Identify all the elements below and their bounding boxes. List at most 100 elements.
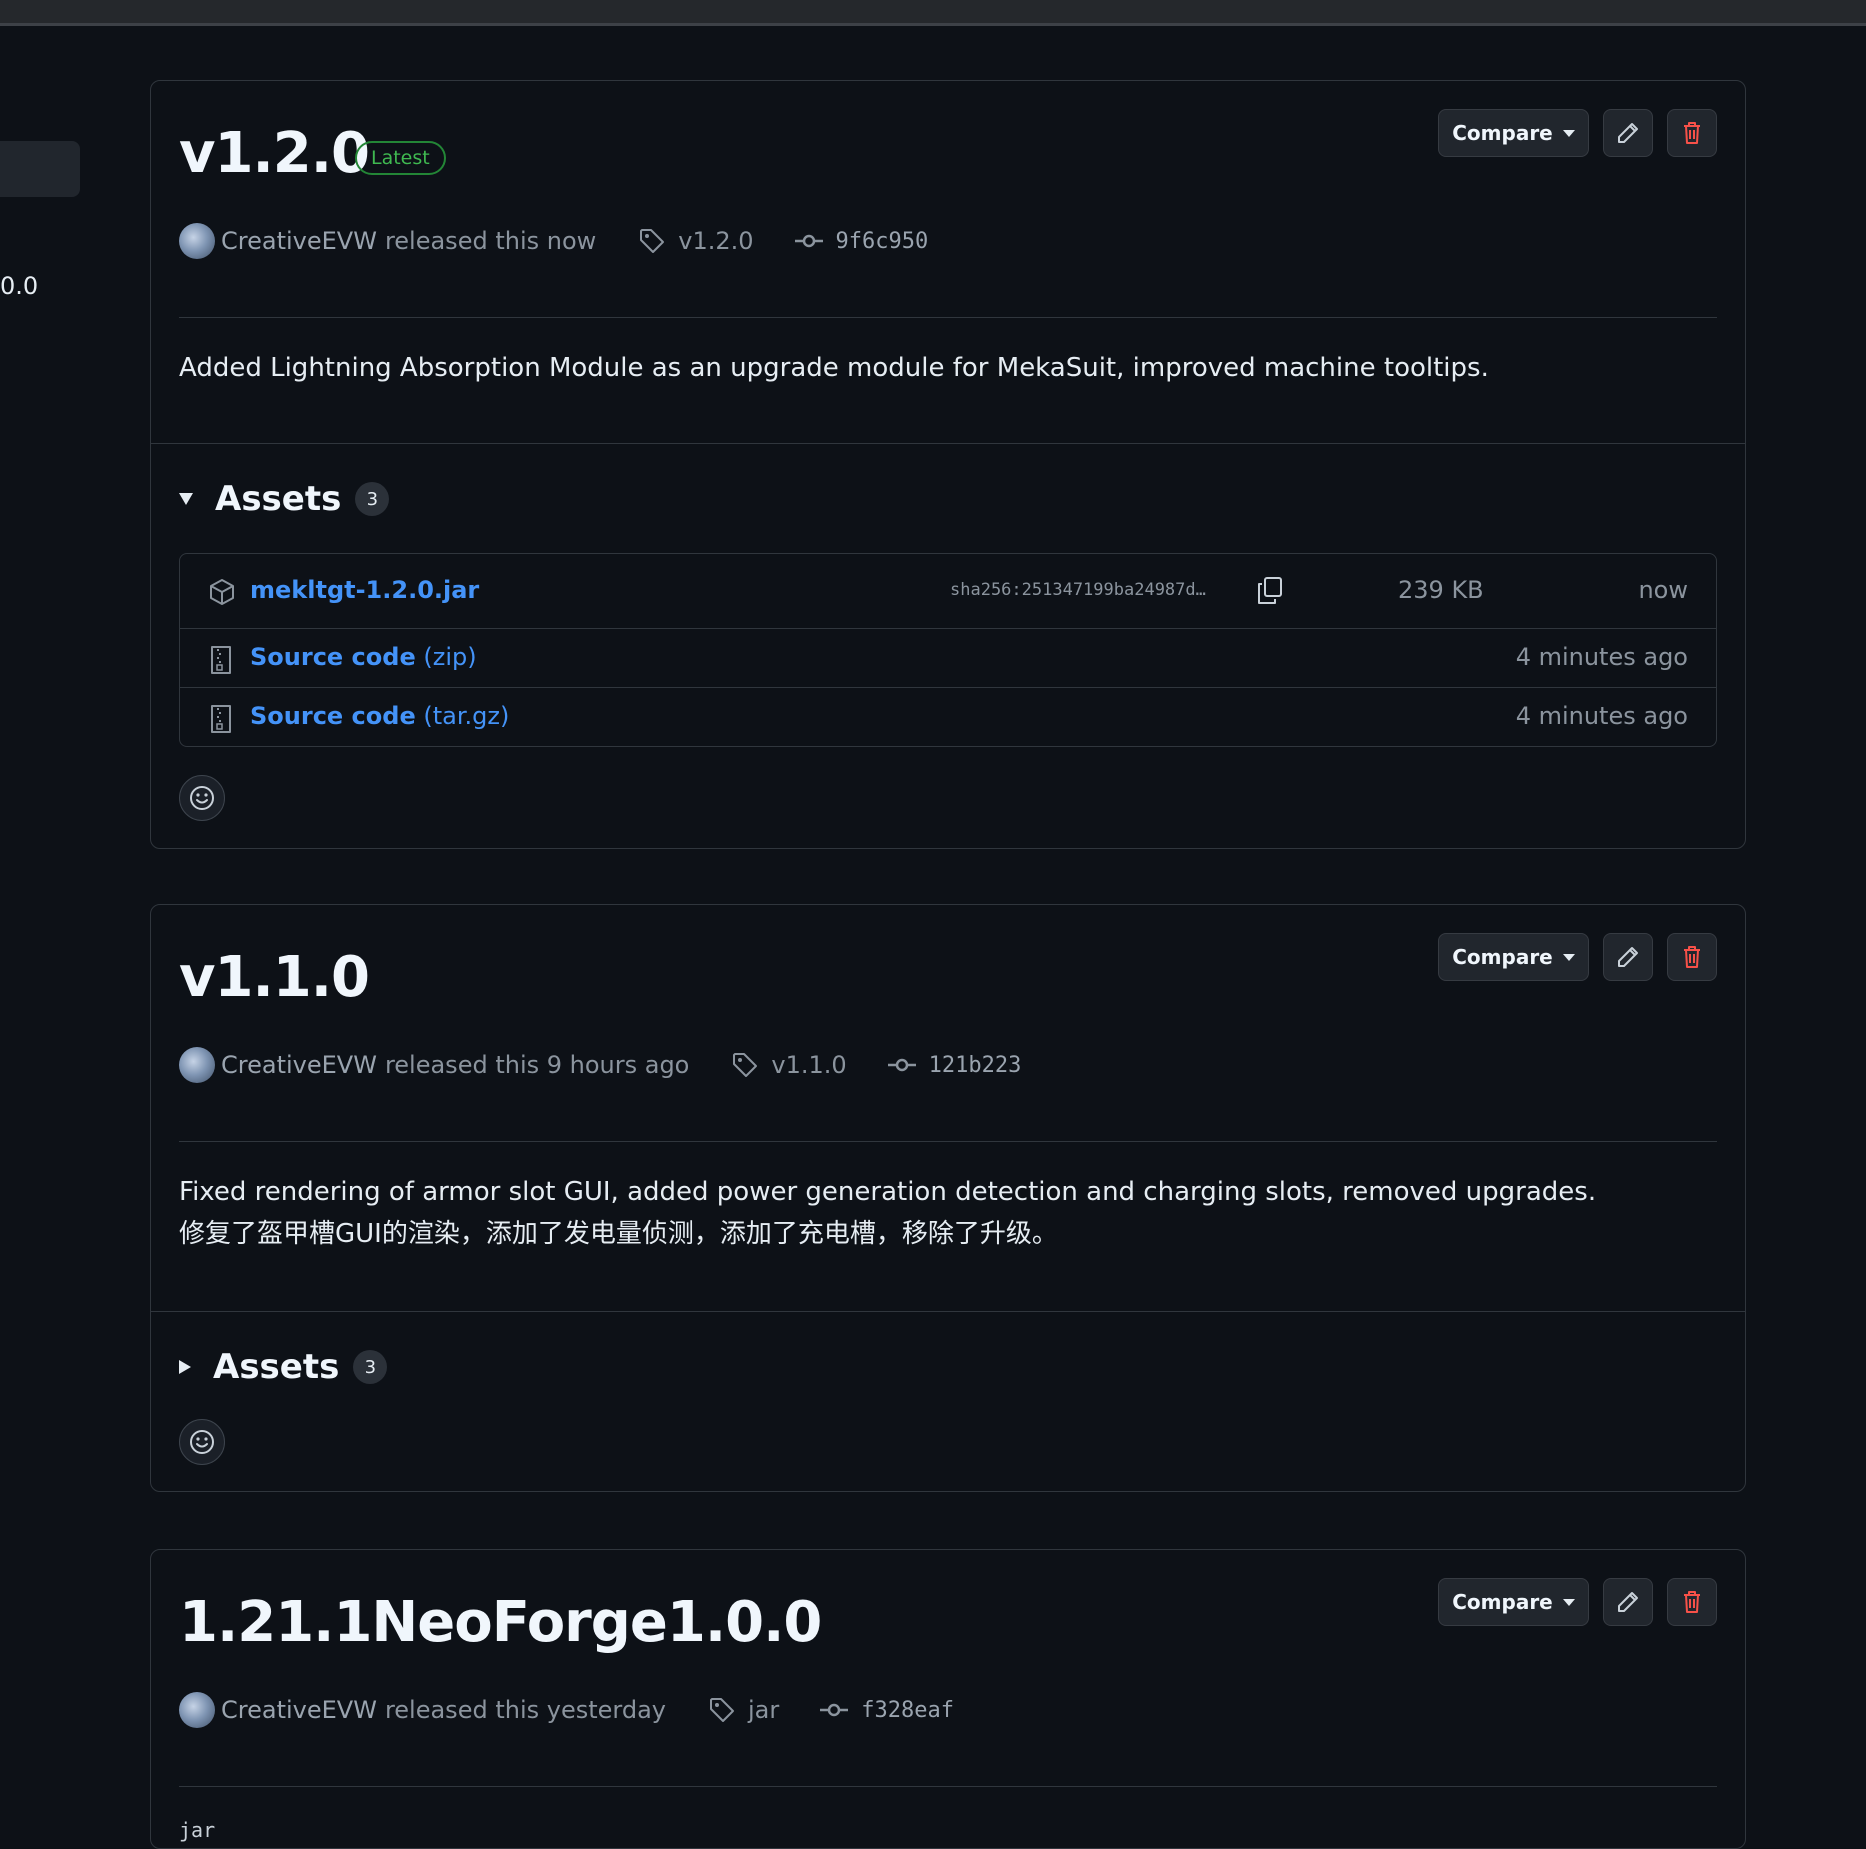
tag-label: v1.2.0 bbox=[678, 227, 754, 255]
tag-label: jar bbox=[747, 1696, 780, 1724]
list-item: Source code (zip) 4 minutes ago bbox=[180, 629, 1716, 688]
sidebar-item-label[interactable]: 0.0 bbox=[0, 272, 38, 300]
asset-link[interactable]: mekltgt-1.2.0.jar bbox=[250, 576, 479, 604]
list-item: Source code (tar.gz) 4 minutes ago bbox=[180, 688, 1716, 746]
commit-hash: f328eaf bbox=[861, 1697, 954, 1723]
release-card: v1.2.0 Latest Compare CreativeEVW releas… bbox=[150, 80, 1746, 849]
trash-icon bbox=[1684, 122, 1700, 144]
delete-button[interactable] bbox=[1667, 1578, 1717, 1626]
trash-icon bbox=[1684, 946, 1700, 968]
commit-icon bbox=[887, 1058, 916, 1072]
pencil-icon bbox=[1618, 1592, 1638, 1612]
triangle-right-icon bbox=[179, 1360, 191, 1374]
edit-button[interactable] bbox=[1603, 1578, 1653, 1626]
tag-icon bbox=[709, 1698, 734, 1722]
pencil-icon bbox=[1618, 123, 1638, 143]
release-title[interactable]: v1.2.0 bbox=[179, 121, 370, 186]
release-time: released this yesterday bbox=[384, 1696, 666, 1724]
file-zip-icon bbox=[211, 646, 231, 674]
compare-button[interactable]: Compare bbox=[1438, 933, 1589, 981]
avatar[interactable] bbox=[179, 223, 215, 259]
divider bbox=[179, 1786, 1717, 1787]
assets-label: Assets bbox=[215, 479, 342, 519]
assets-count: 3 bbox=[353, 1350, 388, 1384]
commit-icon bbox=[794, 234, 823, 248]
compare-label: Compare bbox=[1452, 945, 1553, 969]
smiley-icon bbox=[190, 1430, 214, 1454]
avatar[interactable] bbox=[179, 1047, 215, 1083]
tag-label: v1.1.0 bbox=[771, 1051, 847, 1079]
edit-button[interactable] bbox=[1603, 109, 1653, 157]
divider bbox=[179, 1141, 1717, 1142]
avatar[interactable] bbox=[179, 1692, 215, 1728]
release-notes: Fixed rendering of armor slot GUI, added… bbox=[179, 1171, 1596, 1255]
package-icon bbox=[210, 579, 234, 605]
pencil-icon bbox=[1618, 947, 1638, 967]
release-notes-line: 修复了盔甲槽GUI的渲染，添加了发电量侦测，添加了充电槽，移除了升级。 bbox=[179, 1219, 1058, 1249]
divider bbox=[151, 443, 1745, 444]
commit-hash: 9f6c950 bbox=[835, 228, 929, 254]
latest-badge: Latest bbox=[355, 141, 446, 175]
chevron-down-icon bbox=[1562, 953, 1575, 961]
sidebar-selected-item[interactable] bbox=[0, 141, 80, 197]
tag-icon bbox=[733, 1053, 758, 1077]
triangle-down-icon bbox=[179, 493, 193, 505]
release-card: v1.1.0 Compare CreativeEVW released this… bbox=[150, 904, 1746, 1492]
delete-button[interactable] bbox=[1667, 109, 1717, 157]
divider bbox=[151, 1311, 1745, 1312]
tag-link[interactable]: v1.1.0 bbox=[731, 1051, 847, 1079]
release-time: released this now bbox=[384, 227, 597, 255]
release-actions: Compare bbox=[1438, 933, 1717, 981]
compare-button[interactable]: Compare bbox=[1438, 109, 1589, 157]
release-meta: CreativeEVW released this now v1.2.0 9f6… bbox=[179, 223, 928, 259]
trash-icon bbox=[1684, 1591, 1700, 1613]
commit-link[interactable]: 121b223 bbox=[887, 1052, 1022, 1078]
chevron-down-icon bbox=[1562, 1598, 1575, 1606]
compare-label: Compare bbox=[1452, 1590, 1553, 1614]
asset-sha: sha256:251347199ba24987d… bbox=[950, 580, 1206, 600]
release-meta: CreativeEVW released this yesterday jar … bbox=[179, 1692, 954, 1728]
author-link[interactable]: CreativeEVW bbox=[221, 1051, 377, 1079]
author-link[interactable]: CreativeEVW bbox=[221, 227, 377, 255]
author-link[interactable]: CreativeEVW bbox=[221, 1696, 377, 1724]
commit-link[interactable]: 9f6c950 bbox=[794, 228, 929, 254]
assets-label: Assets bbox=[213, 1347, 340, 1387]
add-reaction-button[interactable] bbox=[179, 775, 225, 821]
assets-toggle[interactable]: Assets 3 bbox=[179, 479, 390, 519]
edit-button[interactable] bbox=[1603, 933, 1653, 981]
smiley-icon bbox=[190, 786, 214, 810]
list-item: mekltgt-1.2.0.jar sha256:251347199ba2498… bbox=[180, 554, 1716, 629]
delete-button[interactable] bbox=[1667, 933, 1717, 981]
asset-link[interactable]: Source code (zip) bbox=[250, 643, 477, 671]
release-notes-line: jar bbox=[179, 1818, 216, 1842]
release-notes-line: Added Lightning Absorption Module as an … bbox=[179, 353, 1489, 383]
assets-toggle[interactable]: Assets 3 bbox=[179, 1347, 388, 1387]
asset-link[interactable]: Source code (tar.gz) bbox=[250, 702, 509, 730]
commit-icon bbox=[820, 1703, 849, 1717]
tag-link[interactable]: jar bbox=[708, 1696, 779, 1724]
asset-size: 239 KB bbox=[1398, 576, 1484, 604]
copy-icon[interactable] bbox=[1256, 576, 1284, 606]
release-time: released this 9 hours ago bbox=[384, 1051, 690, 1079]
file-zip-icon bbox=[211, 705, 231, 733]
asset-time: 4 minutes ago bbox=[1515, 702, 1688, 730]
release-actions: Compare bbox=[1438, 1578, 1717, 1626]
assets-count: 3 bbox=[355, 482, 390, 516]
top-bar bbox=[0, 0, 1866, 26]
compare-label: Compare bbox=[1452, 121, 1553, 145]
asset-time: now bbox=[1638, 576, 1688, 604]
add-reaction-button[interactable] bbox=[179, 1419, 225, 1465]
divider bbox=[179, 317, 1717, 318]
release-title[interactable]: 1.21.1NeoForge1.0.0 bbox=[179, 1590, 822, 1655]
release-title[interactable]: v1.1.0 bbox=[179, 945, 370, 1010]
release-notes: Added Lightning Absorption Module as an … bbox=[179, 347, 1489, 389]
compare-button[interactable]: Compare bbox=[1438, 1578, 1589, 1626]
tag-icon bbox=[640, 229, 665, 253]
tag-link[interactable]: v1.2.0 bbox=[638, 227, 754, 255]
release-actions: Compare bbox=[1438, 109, 1717, 157]
commit-link[interactable]: f328eaf bbox=[819, 1698, 954, 1723]
release-notes-line: Fixed rendering of armor slot GUI, added… bbox=[179, 1177, 1597, 1207]
asset-time: 4 minutes ago bbox=[1515, 643, 1688, 671]
release-card: 1.21.1NeoForge1.0.0 Compare CreativeEVW … bbox=[150, 1549, 1746, 1849]
commit-hash: 121b223 bbox=[928, 1052, 1022, 1078]
